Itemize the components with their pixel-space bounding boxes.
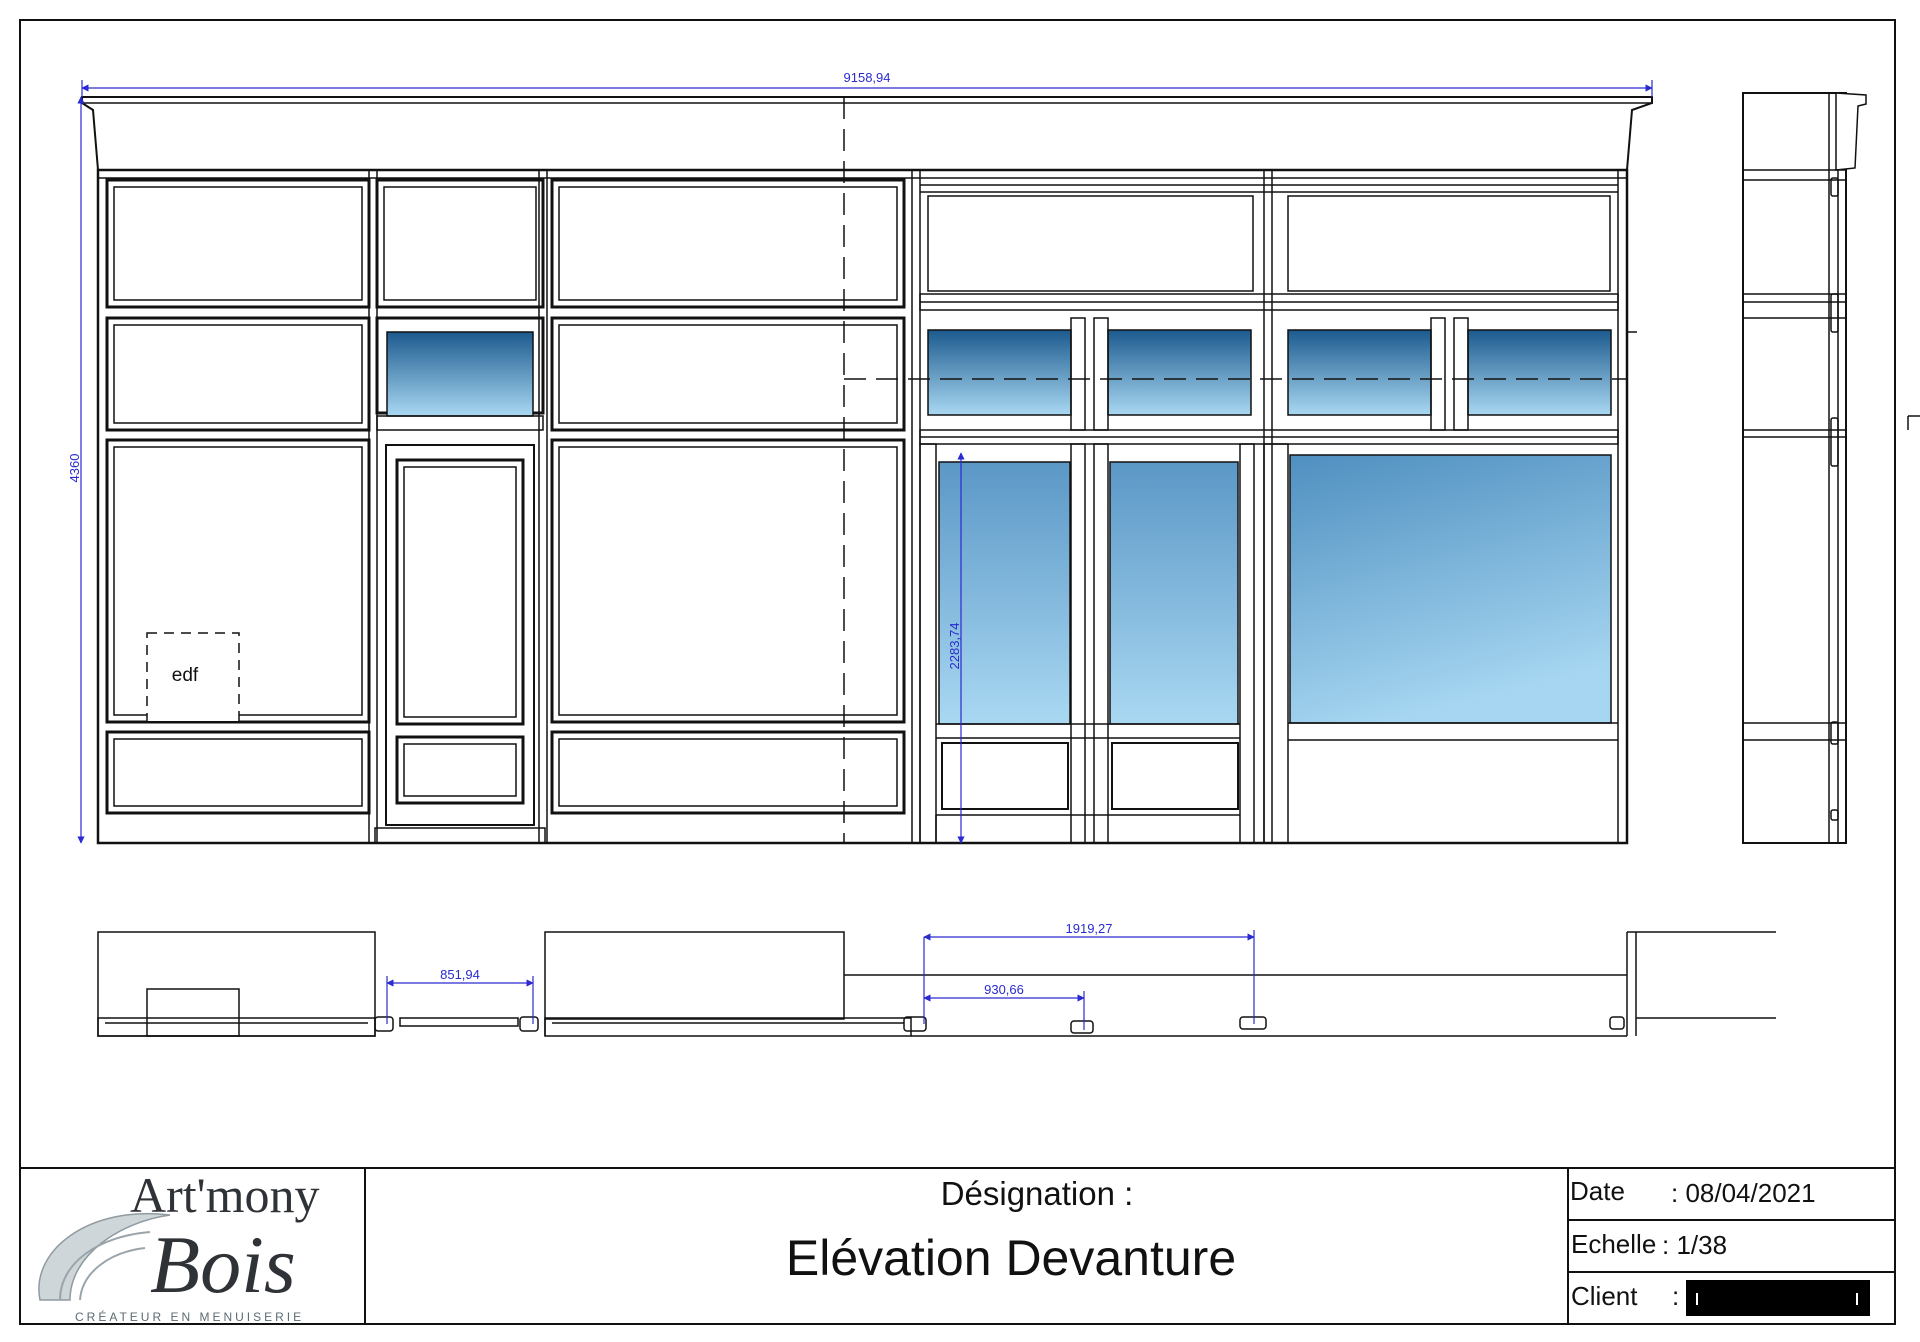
dim-glazing-height: 2283,74 [947, 623, 962, 670]
meter-box-label: edf [172, 665, 199, 686]
cornice [81, 96, 1653, 171]
dim-overall-height: 4360 [67, 454, 82, 483]
panel [550, 316, 906, 432]
drawing-sheet: 9158,94 4360 2283,74 edf 851,94 930,66 1… [19, 19, 1920, 1325]
fascia-panel [1287, 195, 1611, 292]
panel [375, 178, 545, 309]
panel [105, 730, 371, 815]
company-logo: Art'mony Bois CRÉATEUR EN MENUISERIE [38, 1167, 320, 1324]
dim-span-b: 1919,27 [1066, 921, 1113, 936]
dim-span-a: 930,66 [984, 982, 1024, 997]
scale-label: Echelle [1571, 1229, 1656, 1259]
transom-glass [927, 329, 1072, 416]
logo-line2: Bois [150, 1219, 296, 1310]
date-label: Date [1570, 1176, 1625, 1206]
dim-door-width: 851,94 [440, 967, 480, 982]
transom-glass [1467, 329, 1612, 416]
client-redacted [1686, 1280, 1870, 1316]
plan-dimensions [386, 930, 1255, 1030]
panel [550, 438, 906, 724]
door-leaf [395, 458, 525, 726]
client-separator: : [1672, 1281, 1679, 1311]
plan-view [97, 931, 1776, 1037]
panel [105, 316, 371, 432]
scale-value: : 1/38 [1662, 1230, 1727, 1260]
date-value: : 08/04/2021 [1671, 1178, 1816, 1208]
panel [550, 178, 906, 309]
fascia-panel [927, 195, 1254, 292]
designation-label: Désignation : [941, 1175, 1134, 1212]
front-elevation [81, 96, 1653, 845]
shopfront-glass [1289, 454, 1612, 724]
designation-value: Elévation Devanture [786, 1230, 1236, 1286]
logo-line1: Art'mony [130, 1167, 320, 1223]
logo-tagline: CRÉATEUR EN MENUISERIE [75, 1309, 304, 1324]
panel [550, 730, 906, 815]
side-section [1742, 92, 1920, 844]
dim-overall-width: 9158,94 [844, 70, 891, 85]
transom-glass [1107, 329, 1252, 416]
transom-glass [1287, 329, 1432, 416]
door-frame [385, 444, 535, 826]
door-glass [938, 461, 1071, 725]
door-glass [1109, 461, 1239, 725]
panel [105, 178, 371, 309]
client-label: Client [1571, 1281, 1638, 1311]
transom-glass [386, 331, 534, 417]
